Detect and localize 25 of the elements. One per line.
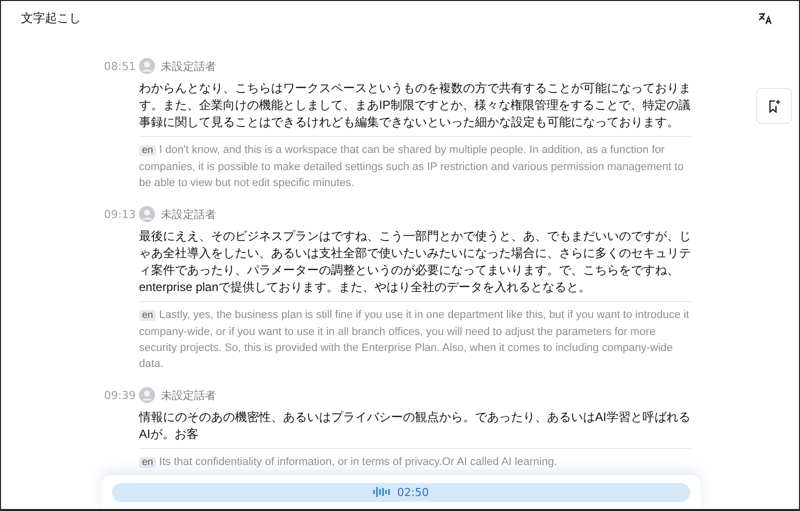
transcript-text: わからんとなり、こちらはワークスペースというものを複数の方で共有することが可能になっております。また、企業向けの機能としまして、まあIP制限ですとか、様々な権限管理をすることで、特定の議事録に関して見ることはできるけれども編集できないといった細かな設定も可能になっております。 bbox=[139, 80, 691, 131]
transcript-text: 最後にええ、そのビジネスプランはですね、こう一部門とかで使うと、あ、でもまだいいのですが、じゃあ全社導入をしたい、あるいは支社全部で使いたいみたいになった場合に、さらに多くのセキュリティ案件であったり、パラメーターの調整というのが必要になってまいります。で、こちらをですね、enterprise planで提供しております。また、やはり全社のデータを入れるとなると。 bbox=[139, 228, 691, 296]
translation-text: en Its that confidentiality of information, or in terms of privacy.Or AI called AI learning. bbox=[139, 454, 691, 471]
language-tag: en bbox=[139, 145, 156, 156]
timestamp: 08:51 bbox=[104, 60, 137, 72]
timestamp: 09:39 bbox=[104, 388, 137, 402]
translate-icon[interactable] bbox=[758, 11, 772, 25]
speaker-name: 未設定話者 bbox=[161, 206, 216, 222]
avatar-icon bbox=[139, 387, 155, 403]
playback-bar[interactable]: 02:50 bbox=[112, 482, 690, 502]
translation-text: en I don't know, and this is a workspace that can be shared by multiple people. In addition, as a function for companies, it is possible to make detailed settings such as IP restriction and various permission management to be able to view but not edit specific minutes. bbox=[139, 143, 685, 191]
language-tag: en bbox=[139, 310, 156, 321]
timestamp: 09:13 bbox=[104, 208, 137, 220]
avatar-icon bbox=[139, 206, 155, 222]
waveform-icon bbox=[373, 486, 392, 498]
transcript-text: 情報にのそのあの機密性、あるいはプライバシーの観点から。であったり、あるいはAI学習と呼ばれるAIが。お客 bbox=[139, 409, 691, 443]
elapsed-time: 02:50 bbox=[397, 486, 429, 498]
bookmark-add-button[interactable] bbox=[756, 88, 792, 124]
bookmark-add-icon bbox=[768, 99, 780, 113]
language-tag: en bbox=[139, 457, 156, 468]
speaker-name: 未設定話者 bbox=[161, 388, 216, 402]
avatar-icon bbox=[139, 58, 155, 74]
speaker-name: 未設定話者 bbox=[161, 58, 216, 74]
window-title: 文字起こし bbox=[21, 10, 81, 26]
translation-text: en Lastly, yes, the business plan is still fine if you use it in one department like this, but if you want to introduce it company-wide, or if you want to use it in all branch offices, you will need to adjust the parameters for more security projects. So, this is provided with the Enterprise Plan. Also, when it comes to including company-wide data. bbox=[139, 308, 690, 372]
